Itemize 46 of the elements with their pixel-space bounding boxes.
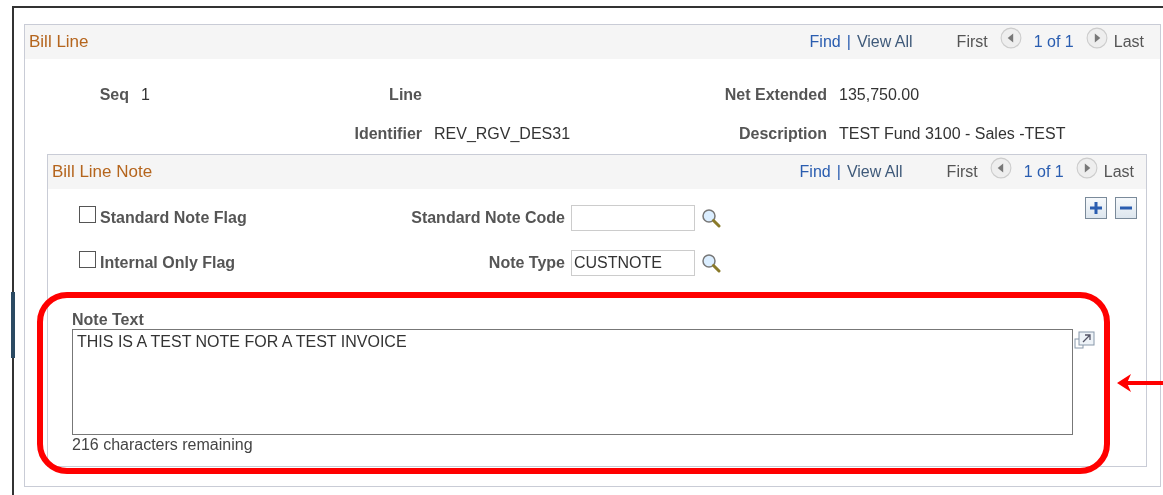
field-label: Identifier bbox=[353, 124, 422, 143]
field-label: Note Text bbox=[72, 311, 145, 329]
field-value: REV_RGV_DES31 bbox=[434, 124, 572, 143]
delete-row-button[interactable] bbox=[1115, 197, 1137, 219]
first-label: First bbox=[956, 33, 988, 51]
first-label: First bbox=[946, 163, 978, 181]
section-title: Bill Line bbox=[29, 32, 89, 52]
view-all-link[interactable]: View All bbox=[856, 33, 913, 51]
field-label: Line bbox=[388, 85, 422, 104]
page-count: 1 of 1 bbox=[1023, 163, 1064, 181]
previous-icon[interactable] bbox=[989, 157, 1012, 179]
field-label: Seq bbox=[98, 85, 129, 104]
field-value: TEST Fund 3100 - Sales -TEST bbox=[839, 124, 1067, 143]
section-title: Bill Line Note bbox=[52, 162, 153, 182]
checkbox[interactable] bbox=[79, 251, 96, 268]
pointer-arrow bbox=[1115, 371, 1163, 395]
field-value: 1 bbox=[141, 85, 151, 104]
input-field[interactable]: CUSTNOTE bbox=[571, 249, 695, 276]
input-field[interactable] bbox=[571, 204, 695, 231]
field-label: Note Type bbox=[487, 253, 565, 272]
note-text-field[interactable]: THIS IS A TEST NOTE FOR A TEST INVOICE bbox=[72, 329, 1073, 435]
checkbox[interactable] bbox=[79, 206, 96, 223]
view-all-link[interactable]: View All bbox=[846, 163, 903, 181]
scroll-marker bbox=[11, 292, 15, 358]
last-label: Last bbox=[1103, 163, 1134, 181]
find-link[interactable]: Find bbox=[799, 163, 831, 181]
last-label: Last bbox=[1113, 33, 1144, 51]
plus-icon bbox=[1089, 201, 1103, 215]
field-value: 135,750.00 bbox=[839, 85, 921, 104]
previous-icon[interactable] bbox=[999, 27, 1022, 49]
search-icon[interactable] bbox=[701, 207, 721, 228]
checkbox-label: Internal Only Flag bbox=[100, 253, 236, 272]
separator: | bbox=[846, 33, 851, 51]
next-icon[interactable] bbox=[1075, 157, 1098, 179]
separator: | bbox=[836, 163, 841, 181]
next-icon[interactable] bbox=[1085, 27, 1108, 49]
field-label: Net Extended bbox=[723, 85, 827, 104]
find-link[interactable]: Find bbox=[809, 33, 841, 51]
page-count: 1 of 1 bbox=[1033, 33, 1074, 51]
checkbox-label: Standard Note Flag bbox=[100, 208, 247, 227]
field-label: Standard Note Code bbox=[410, 208, 565, 227]
field-label: Description bbox=[738, 124, 827, 143]
add-row-button[interactable] bbox=[1085, 197, 1107, 219]
search-icon[interactable] bbox=[701, 252, 721, 273]
expand-icon[interactable] bbox=[1074, 331, 1096, 351]
characters-remaining: 216 characters remaining bbox=[72, 436, 254, 454]
